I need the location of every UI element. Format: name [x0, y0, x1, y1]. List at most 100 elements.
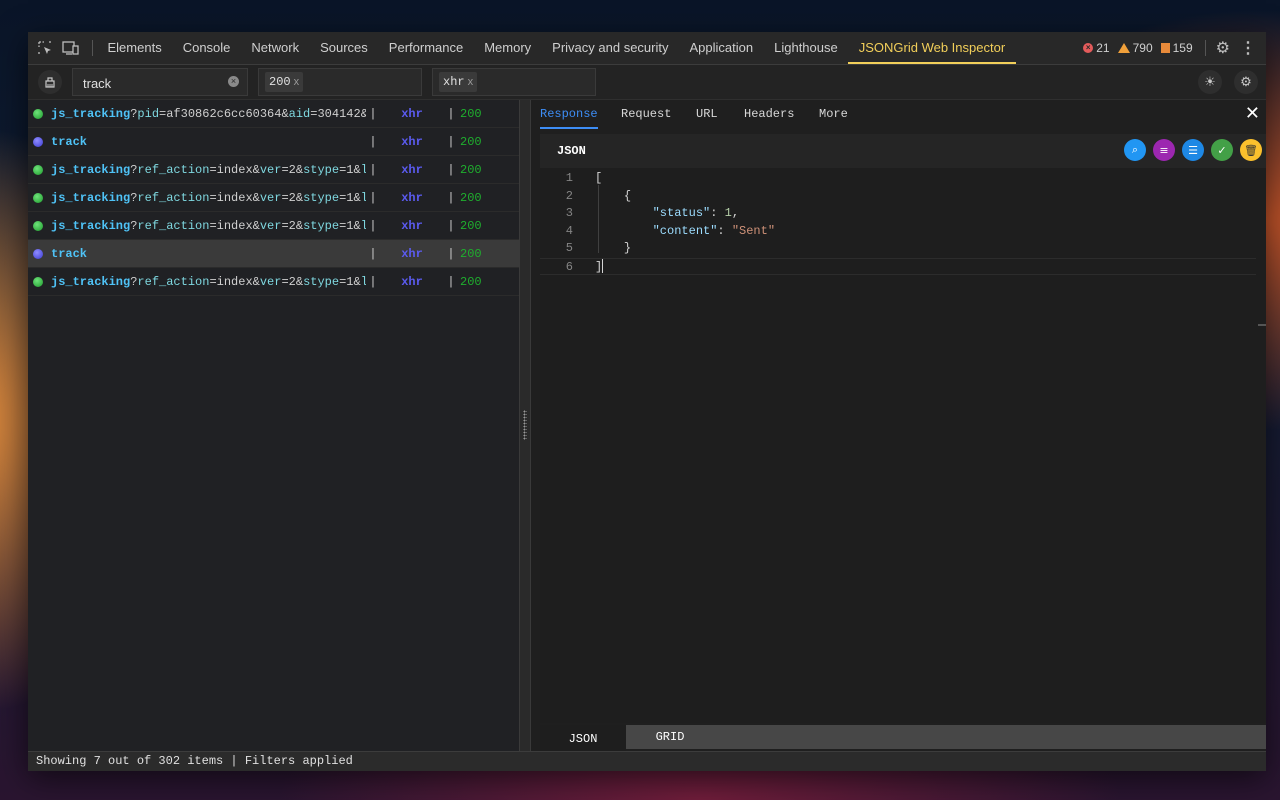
devtools-tab[interactable]: Lighthouse: [764, 32, 849, 64]
query-param-text: &: [353, 274, 361, 289]
request-row[interactable]: js_tracking?ref_action=index&ver=2&stype…: [28, 212, 519, 240]
request-status-code: 200: [460, 134, 482, 149]
status-bar: Showing 7 out of 302 items | Filters app…: [28, 751, 1266, 771]
query-param-text: 2: [288, 190, 296, 205]
request-base-name: js_tracking: [51, 218, 131, 233]
error-count[interactable]: × 21: [1083, 41, 1110, 55]
request-type: xhr: [401, 106, 423, 121]
query-param-text: 2: [288, 274, 296, 289]
remove-chip-icon[interactable]: x: [468, 76, 474, 88]
json-editor[interactable]: 1[2 {3 "status": 1, 4 "content": "Sent" 5 …: [540, 168, 1266, 723]
search-field[interactable]: ×: [72, 68, 248, 96]
code-text: [: [595, 171, 603, 185]
view-mode-tab-grid[interactable]: GRID: [627, 725, 713, 749]
request-name: track: [51, 135, 366, 149]
query-param-key: ref_action: [137, 162, 210, 177]
status-filter-box[interactable]: 200 x: [258, 68, 422, 96]
query-param-text: index: [216, 218, 253, 233]
clear-search-icon[interactable]: ×: [228, 76, 239, 87]
detail-tab[interactable]: Headers: [744, 100, 794, 129]
devtools-tab[interactable]: Console: [172, 32, 241, 64]
query-param-text: =: [281, 218, 289, 233]
detail-tab[interactable]: More: [819, 100, 848, 129]
delete-icon[interactable]: 🗑: [1240, 139, 1262, 161]
query-param-key: stype: [303, 190, 340, 205]
query-param-key: stype: [303, 162, 340, 177]
type-filter-box[interactable]: xhr x: [432, 68, 596, 96]
request-base-name: js_tracking: [51, 106, 131, 121]
line-number: 2: [565, 188, 573, 203]
query-param-key: ver: [259, 274, 282, 289]
detail-tab[interactable]: Response: [540, 100, 598, 129]
close-icon[interactable]: ✕: [1245, 103, 1260, 124]
splitter-grip-icon[interactable]: [523, 410, 527, 440]
type-filter-chip[interactable]: xhr x: [439, 72, 478, 92]
inspect-element-icon[interactable]: [32, 32, 58, 64]
remove-chip-icon[interactable]: x: [294, 76, 300, 88]
devtools-tab[interactable]: Application: [679, 32, 764, 64]
code-text: "status": 1,: [652, 206, 740, 220]
query-param-text: &: [281, 106, 289, 121]
view-mode-tab-json[interactable]: JSON: [540, 725, 626, 751]
request-name: js_tracking?ref_action=index&ver=2&stype…: [51, 275, 366, 289]
issue-counts[interactable]: × 21 790 159: [1083, 41, 1196, 55]
panel-splitter[interactable]: [519, 100, 531, 751]
request-row[interactable]: track | xhr | 200: [28, 128, 519, 156]
devtools-tab[interactable]: Privacy and security: [542, 32, 679, 64]
devtools-window: Elements Console Network Sources Performance…: [28, 32, 1266, 771]
request-row[interactable]: js_tracking?ref_action=index&ver=2&stype…: [28, 268, 519, 296]
column-divider: |: [447, 134, 455, 149]
inspector-settings-icon[interactable]: ⚙: [1234, 70, 1258, 94]
format-lines-icon[interactable]: ≡: [1153, 139, 1175, 161]
column-divider: |: [447, 274, 455, 289]
theme-toggle-icon[interactable]: ☀: [1198, 70, 1222, 94]
column-divider: |: [447, 106, 455, 121]
request-status-code: 200: [460, 106, 482, 121]
status-filter-chip[interactable]: 200 x: [265, 72, 304, 92]
request-name: js_tracking?ref_action=index&ver=2&stype…: [51, 219, 366, 233]
warning-count[interactable]: 790: [1117, 41, 1153, 55]
request-status-dot-icon: [33, 108, 43, 119]
device-toolbar-icon[interactable]: [58, 32, 84, 64]
detail-tab[interactable]: URL: [696, 100, 718, 129]
column-divider: |: [369, 162, 377, 177]
clear-log-icon[interactable]: [38, 70, 62, 94]
table-view-icon[interactable]: ☰: [1182, 139, 1204, 161]
query-param-text: index: [216, 274, 253, 289]
devtools-tab[interactable]: Performance: [378, 32, 473, 64]
request-row[interactable]: js_tracking?ref_action=index&ver=2&stype…: [28, 156, 519, 184]
query-param-key: stype: [303, 274, 340, 289]
request-type: xhr: [401, 190, 423, 205]
query-param-key: ver: [259, 162, 282, 177]
devtools-tab[interactable]: Memory: [474, 32, 542, 64]
query-param-text: 2: [288, 218, 296, 233]
devtools-tab[interactable]: Elements: [97, 32, 172, 64]
devtools-tab[interactable]: Network: [241, 32, 310, 64]
devtools-tab[interactable]: Sources: [310, 32, 379, 64]
line-number: 6: [565, 259, 573, 274]
request-row[interactable]: js_tracking?pid=af30862c6cc60364&aid=304…: [28, 100, 519, 128]
request-name: track: [51, 247, 366, 261]
view-mode-tabs: JSON GRID: [540, 725, 1266, 751]
search-input[interactable]: [81, 74, 225, 92]
query-param-key: stype: [303, 218, 340, 233]
more-options-icon[interactable]: ⋮: [1240, 38, 1256, 58]
query-param-text: af30862c6cc60364: [166, 106, 282, 121]
column-divider: |: [369, 106, 377, 121]
request-row[interactable]: js_tracking?ref_action=index&ver=2&stype…: [28, 184, 519, 212]
query-param-text: index: [216, 190, 253, 205]
request-status-dot-icon: [33, 276, 43, 287]
query-param-text: &: [295, 218, 304, 233]
request-type: xhr: [401, 134, 423, 149]
request-status-code: 200: [460, 218, 482, 233]
validate-check-icon[interactable]: ✓: [1211, 139, 1233, 161]
search-icon[interactable]: ⌕: [1124, 139, 1146, 161]
issue-count[interactable]: 159: [1160, 41, 1193, 55]
detail-tab[interactable]: Request: [621, 100, 671, 129]
settings-gear-icon[interactable]: ⚙: [1216, 38, 1230, 58]
query-param-text: 1: [346, 162, 354, 177]
request-row[interactable]: track | xhr | 200: [28, 240, 519, 268]
devtools-tab[interactable]: JSONGrid Web Inspector: [848, 32, 1016, 64]
toolbar-divider: [1204, 40, 1206, 56]
code-line: 5 }: [540, 240, 1256, 257]
